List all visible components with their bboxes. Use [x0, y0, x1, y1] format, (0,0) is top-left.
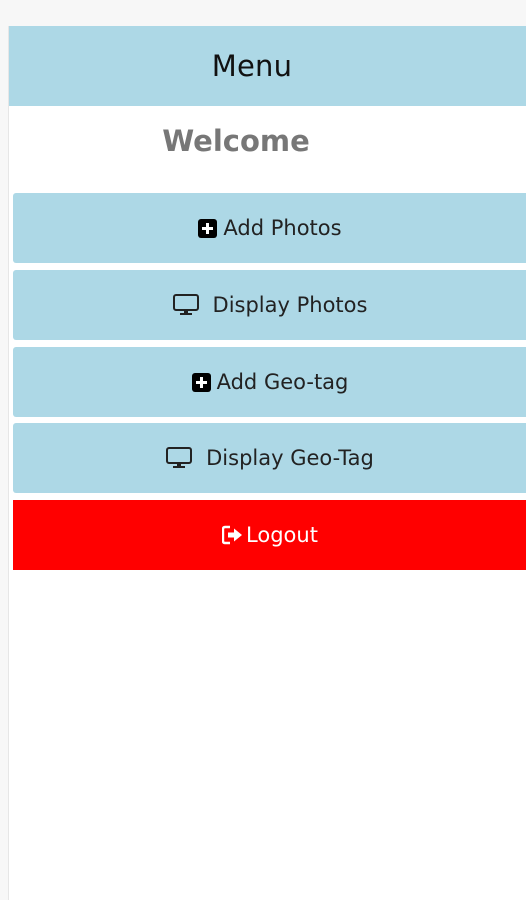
display-geotag-button[interactable]: Display Geo-Tag: [13, 423, 526, 493]
welcome-text: Welcome: [162, 124, 310, 158]
display-photos-label: Display Photos: [212, 293, 368, 317]
add-geotag-label: Add Geo-tag: [216, 370, 349, 394]
display-geotag-label: Display Geo-Tag: [206, 446, 374, 470]
display-photos-button[interactable]: Display Photos: [13, 270, 526, 340]
logout-label: Logout: [246, 523, 318, 547]
add-geotag-button[interactable]: Add Geo-tag: [13, 347, 526, 417]
add-photos-label: Add Photos: [223, 216, 342, 240]
add-photos-button[interactable]: Add Photos: [13, 193, 526, 263]
sign-out-icon: [222, 525, 244, 545]
monitor-icon: [172, 294, 199, 316]
menu-panel: Menu Welcome Add Photos Display Photos A…: [8, 26, 526, 900]
menu-header: Menu: [9, 26, 526, 106]
monitor-icon: [166, 447, 193, 469]
menu-title: Menu: [211, 49, 293, 83]
logout-button[interactable]: Logout: [13, 500, 526, 570]
plus-square-icon: [191, 372, 211, 392]
plus-square-icon: [198, 218, 218, 238]
